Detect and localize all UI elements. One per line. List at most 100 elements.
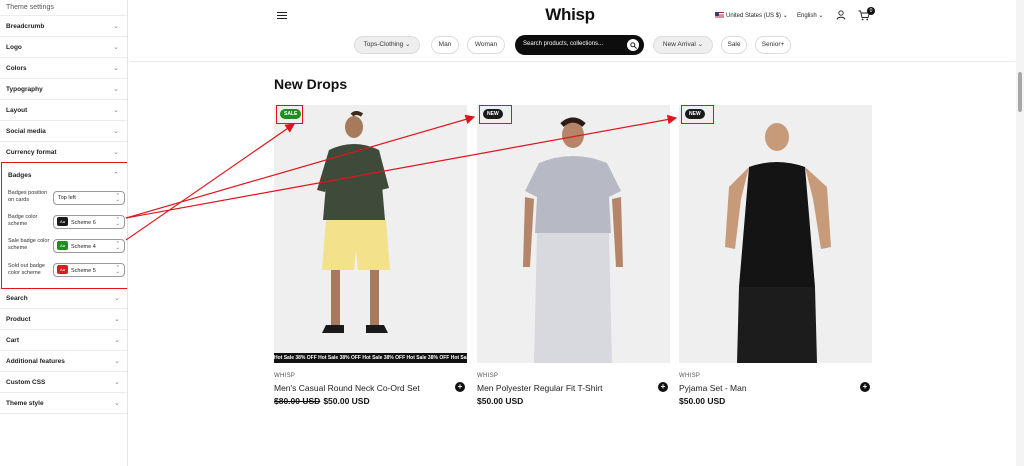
- sidebar-item-label: Theme style: [6, 400, 44, 407]
- store-logo[interactable]: Whisp: [530, 5, 610, 25]
- sidebar-item-label: Search: [6, 295, 28, 302]
- language-selector[interactable]: English ⌄: [797, 12, 823, 19]
- sidebar-item-badges[interactable]: Badges: [8, 172, 31, 179]
- product-image[interactable]: NEW: [477, 105, 670, 363]
- menu-icon[interactable]: [277, 12, 287, 19]
- sale-price: $50.00 USD: [323, 396, 370, 406]
- sidebar-item-typography[interactable]: Typography ⌄: [0, 79, 127, 100]
- scheme-6-swatch: Aa: [57, 217, 68, 226]
- product-price: $80.00 USD $50.00 USD: [274, 396, 370, 406]
- sidebar-item-product[interactable]: Product ⌄: [0, 309, 127, 330]
- sidebar-item-currency-format[interactable]: Currency format ⌄: [0, 142, 127, 163]
- nav-women[interactable]: Woman: [467, 36, 505, 54]
- product-image[interactable]: SALE Hot Sale 38% OFF Hot Sale 38% OFF H…: [274, 105, 467, 363]
- chevron-down-icon: ⌄: [113, 44, 119, 51]
- sidebar-item-breadcrumb[interactable]: Breadcrumb ⌄: [0, 16, 127, 37]
- quick-add-button[interactable]: +: [860, 382, 870, 392]
- product-card[interactable]: NEW WHISP Pyjama Set - Man + $50.00 USD: [679, 105, 872, 406]
- soldout-badge-color-label: Sold out badge color scheme: [8, 263, 46, 276]
- new-badge: NEW: [685, 109, 705, 119]
- badges-position-select[interactable]: Top left ⌃ ⌄: [53, 191, 125, 205]
- sidebar-item-label: Logo: [6, 44, 22, 51]
- theme-settings-sidebar: Theme settings Breadcrumb ⌄ Logo ⌄ Colors ⌄…: [0, 0, 128, 466]
- badges-position-value: Top left: [58, 195, 76, 201]
- product-model-image: [523, 117, 623, 363]
- nav-new-arrival[interactable]: New Arrival ⌄: [653, 36, 713, 54]
- scrollbar[interactable]: [1016, 0, 1024, 466]
- product-title[interactable]: Men Polyester Regular Fit T-Shirt: [477, 383, 603, 393]
- sidebar-item-social-media[interactable]: Social media ⌄: [0, 121, 127, 142]
- chevron-down-icon: ⌄: [114, 400, 120, 407]
- scheme-5-swatch: Aa: [57, 265, 68, 274]
- badge-color-label: Badge color scheme: [8, 214, 38, 227]
- sale-badge-color-value: Scheme 4: [71, 243, 96, 250]
- badge-highlight-box: NEW: [681, 105, 714, 124]
- chevron-down-icon: ⌄: [697, 41, 704, 48]
- nav-senior[interactable]: Senior+: [755, 36, 791, 54]
- sidebar-item-label: Social media: [6, 128, 46, 135]
- chevron-down-icon: ⌄: [114, 316, 120, 323]
- chevron-down-icon: ⌄: [113, 107, 119, 114]
- nav-label: New Arrival: [662, 41, 696, 48]
- chevron-down-icon: ⌄: [782, 13, 788, 19]
- sale-badge-color-select[interactable]: Aa Scheme 4 ⌃ ⌄: [53, 239, 125, 253]
- sidebar-item-label: Product: [6, 316, 31, 323]
- hot-sale-ticker: Hot Sale 38% OFF Hot Sale 38% OFF Hot Sa…: [274, 353, 467, 363]
- badge-color-value: Scheme 6: [71, 219, 96, 226]
- nav-tops-clothing[interactable]: Tops-Clothing ⌄: [354, 36, 420, 54]
- nav-men[interactable]: Man: [431, 36, 459, 54]
- search-button[interactable]: [627, 39, 639, 51]
- country-label: United States (US $): [726, 13, 782, 19]
- sidebar-item-colors[interactable]: Colors ⌄: [0, 58, 127, 79]
- soldout-badge-color-value: Scheme 5: [71, 267, 96, 274]
- sidebar-item-logo[interactable]: Logo ⌄: [0, 37, 127, 58]
- product-price: $50.00 USD: [477, 396, 523, 406]
- product-title[interactable]: Pyjama Set - Man: [679, 383, 747, 393]
- chevron-down-icon: ⌄: [113, 23, 119, 30]
- store-preview: Whisp United States (US $) ⌄ English ⌄ 0…: [130, 0, 1015, 466]
- sidebar-item-theme-style[interactable]: Theme style ⌄: [0, 393, 127, 414]
- product-card[interactable]: SALE Hot Sale 38% OFF Hot Sale 38% OFF H…: [274, 105, 467, 406]
- country-selector[interactable]: United States (US $) ⌄: [715, 12, 788, 19]
- chevron-down-icon: ⌄: [405, 41, 411, 48]
- nav-sale[interactable]: Sale: [721, 36, 747, 54]
- sidebar-item-label: Layout: [6, 107, 28, 114]
- account-icon[interactable]: [836, 10, 846, 20]
- quick-add-button[interactable]: +: [455, 382, 465, 392]
- chevron-updown-icon: ⌃ ⌄: [115, 241, 120, 251]
- quick-add-button[interactable]: +: [658, 382, 668, 392]
- search-icon: [629, 41, 637, 49]
- compare-price: $80.00 USD: [274, 396, 321, 406]
- badge-color-scheme-select[interactable]: Aa Scheme 6 ⌃ ⌄: [53, 215, 125, 229]
- scrollbar-thumb[interactable]: [1018, 72, 1022, 112]
- product-model-image: [317, 111, 390, 333]
- chevron-up-icon[interactable]: ⌃: [113, 171, 119, 179]
- soldout-badge-color-select[interactable]: Aa Scheme 5 ⌃ ⌄: [53, 263, 125, 277]
- product-image[interactable]: NEW: [679, 105, 872, 363]
- chevron-down-icon: ⌄: [113, 128, 119, 135]
- product-card[interactable]: NEW WHISP Men Polyester Regular Fit T-Sh…: [477, 105, 670, 406]
- sale-badge-color-label: Sale badge color scheme: [8, 238, 50, 251]
- product-title[interactable]: Men's Casual Round Neck Co-Ord Set: [274, 383, 420, 393]
- sidebar-item-search[interactable]: Search ⌄: [0, 288, 127, 309]
- us-flag-icon: [715, 12, 724, 19]
- chevron-down-icon: ⌄: [114, 358, 120, 365]
- sidebar-item-label: Typography: [6, 86, 43, 93]
- cart-count-badge: 0: [867, 7, 875, 15]
- chevron-down-icon: ⌄: [113, 149, 119, 156]
- scheme-4-swatch: Aa: [57, 241, 68, 250]
- sale-price: $50.00 USD: [679, 396, 726, 406]
- chevron-updown-icon: ⌃ ⌄: [115, 193, 120, 203]
- product-vendor: WHISP: [274, 373, 296, 379]
- product-price: $50.00 USD: [679, 396, 725, 406]
- sidebar-item-layout[interactable]: Layout ⌄: [0, 100, 127, 121]
- sidebar-item-additional-features[interactable]: Additional features ⌄: [0, 351, 127, 372]
- search-placeholder: Search products, collections...: [523, 41, 604, 47]
- product-vendor: WHISP: [679, 373, 701, 379]
- sidebar-item-custom-css[interactable]: Custom CSS ⌄: [0, 372, 127, 393]
- search-input[interactable]: Search products, collections...: [515, 35, 644, 55]
- sidebar-item-label: Additional features: [6, 358, 65, 365]
- sidebar-item-cart[interactable]: Cart ⌄: [0, 330, 127, 351]
- chevron-down-icon: ⌄: [113, 86, 119, 93]
- badges-position-label: Badges position on cards: [8, 190, 48, 203]
